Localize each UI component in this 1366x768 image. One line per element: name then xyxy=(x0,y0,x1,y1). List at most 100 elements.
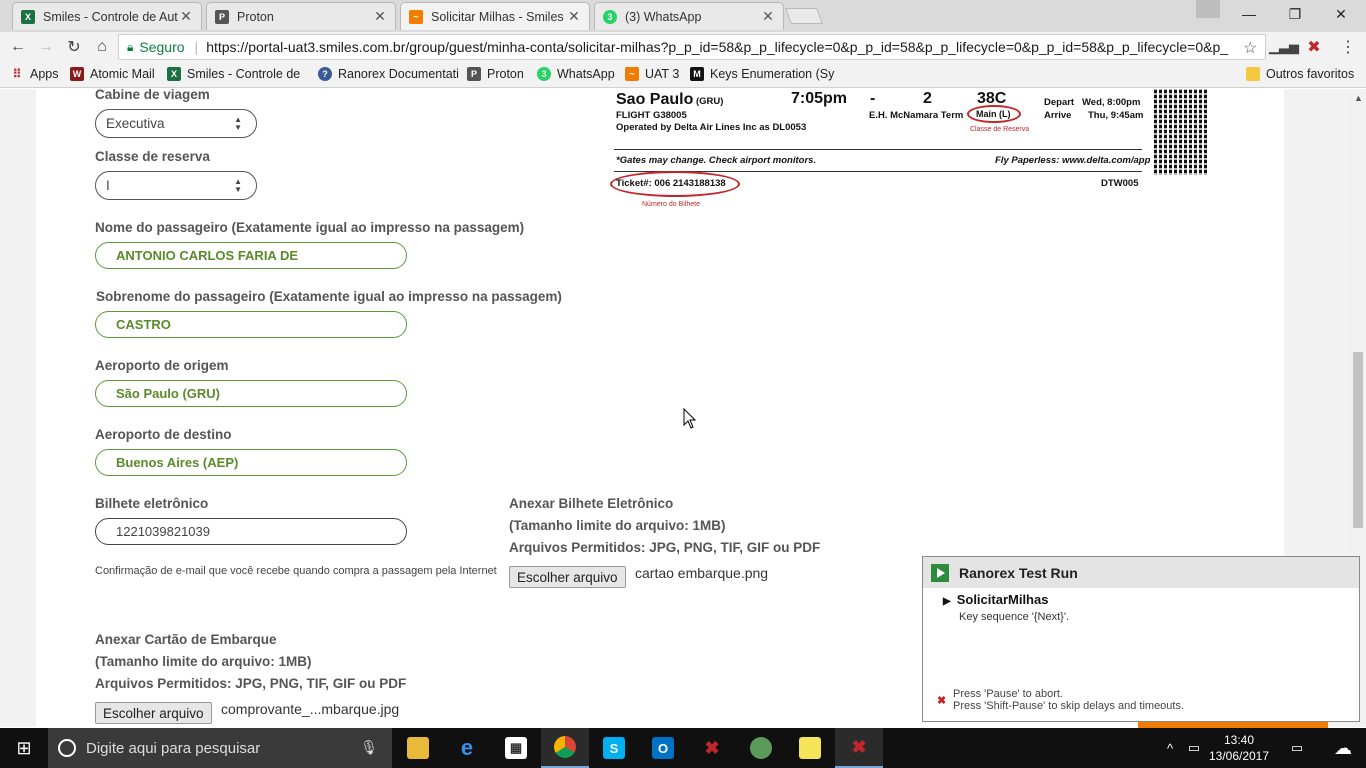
chrome-icon xyxy=(554,736,576,758)
taskbar-search[interactable]: Digite aqui para pesquisar 🎙︎ xyxy=(48,728,392,768)
sticky-note-icon xyxy=(799,737,821,759)
bookmark-apps[interactable]: ⠿ Apps xyxy=(10,67,59,81)
bp-arrive-value: Thu, 9:45am xyxy=(1088,110,1144,121)
tab-title: (3) WhatsApp xyxy=(625,9,702,24)
restore-icon[interactable]: ❐ xyxy=(1272,0,1318,28)
taskbar-chrome[interactable] xyxy=(541,728,589,768)
folder-icon xyxy=(1246,67,1260,81)
origin-field[interactable]: São Paulo (GRU) xyxy=(95,380,407,407)
bookmark-ranorex-docs[interactable]: ? Ranorex Documentati xyxy=(318,67,459,81)
back-arrow-icon[interactable]: ← xyxy=(6,36,30,58)
tab-proton[interactable]: P Proton ✕ xyxy=(206,2,396,30)
ranorex-footer-1: Press 'Pause' to abort. xyxy=(953,688,1063,700)
close-icon[interactable]: ✕ xyxy=(567,8,581,25)
attach-pass-limit: (Tamanho limite do arquivo: 1MB) xyxy=(95,654,312,669)
close-icon[interactable]: ✕ xyxy=(179,8,193,25)
help-icon: ? xyxy=(318,67,332,81)
taskbar-sticky-notes[interactable] xyxy=(786,728,834,768)
ranorex-icon: ✖ xyxy=(851,736,867,757)
address-bar[interactable]: 🔒︎ Seguro | https://portal-uat3.smiles.c… xyxy=(118,34,1266,60)
ticket-hint: Confirmação de e-mail que você recebe qu… xyxy=(95,565,497,577)
tab-whatsapp[interactable]: 3 (3) WhatsApp ✕ xyxy=(594,2,784,30)
bp-dash: - xyxy=(870,90,876,107)
profile-icon[interactable] xyxy=(1196,0,1220,18)
ranorex-icon[interactable]: ✖ xyxy=(1302,36,1326,58)
close-icon[interactable]: ✕ xyxy=(761,8,775,25)
bookmark-uat3[interactable]: ~ UAT 3 xyxy=(625,67,679,81)
windows-start-icon[interactable]: ⊞ xyxy=(0,728,48,768)
origin-label: Aeroporto de origem xyxy=(95,358,229,373)
last-name-field[interactable]: CASTRO xyxy=(95,311,407,338)
tray-chevron-icon[interactable]: ^ xyxy=(1160,728,1180,768)
whatsapp-icon: 3 xyxy=(603,9,617,24)
first-name-label: Nome do passageiro (Exatamente igual ao … xyxy=(95,220,525,235)
bookmark-label: Keys Enumeration (Sy xyxy=(710,67,835,81)
forward-arrow-icon[interactable]: → xyxy=(34,36,58,58)
menu-dots-icon[interactable]: ⋮ xyxy=(1336,36,1360,58)
taskbar-ranorex-run[interactable]: ✖ xyxy=(835,728,883,768)
attach-pass-types: Arquivos Permitidos: JPG, PNG, TIF, GIF … xyxy=(95,676,407,691)
taskbar-ranorex[interactable]: ✖ xyxy=(688,728,736,768)
ranorex-step: Key sequence '{Next}'. xyxy=(959,611,1069,623)
last-name-label: Sobrenome do passageiro (Exatamente igua… xyxy=(96,289,562,304)
ranorex-header: Ranorex Test Run xyxy=(923,557,1359,588)
bp-terminal: E.H. McNamara Term xyxy=(869,110,964,121)
reload-icon[interactable]: ↻ xyxy=(62,36,86,58)
taskbar-file-explorer[interactable] xyxy=(394,728,442,768)
bookmark-atomic-mail[interactable]: W Atomic Mail xyxy=(70,67,155,81)
first-name-field[interactable]: ANTONIO CARLOS FARIA DE xyxy=(95,242,407,269)
minimize-icon[interactable]: — xyxy=(1226,0,1272,28)
taskbar-edge[interactable]: e xyxy=(443,728,491,768)
store-icon: ▦ xyxy=(505,737,527,759)
bp-operated: Operated by Delta Air Lines Inc as DL005… xyxy=(616,122,807,133)
notifications-icon[interactable]: ▭ xyxy=(1284,728,1310,768)
ranorex-footer: ✖ Press 'Pause' to abort. Press 'Shift-P… xyxy=(937,688,1184,712)
cabin-select[interactable]: Executiva ▲ ▼ xyxy=(95,109,257,138)
scroll-up-icon[interactable]: ▲ xyxy=(1354,93,1363,103)
bookmark-keys-enum[interactable]: M Keys Enumeration (Sy xyxy=(690,67,834,81)
home-icon[interactable]: ⌂ xyxy=(90,36,114,58)
tab-smiles-controle[interactable]: X Smiles - Controle de Aut ✕ xyxy=(12,2,202,30)
bp-cabin: Main (L) xyxy=(976,109,1011,119)
star-icon[interactable]: ☆ xyxy=(1243,38,1257,58)
taskbar-skype[interactable]: S xyxy=(590,728,638,768)
proton-icon: P xyxy=(215,9,229,24)
battery-icon[interactable]: ▭ xyxy=(1184,728,1204,768)
tab-title: Proton xyxy=(237,9,274,24)
dest-field[interactable]: Buenos Aires (AEP) xyxy=(95,449,407,476)
smiles-icon: ~ xyxy=(625,67,639,81)
bookmark-smiles-controle[interactable]: X Smiles - Controle de xyxy=(167,67,300,81)
attach-ticket-filename: cartao embarque.png xyxy=(635,565,769,581)
bookmark-label: Outros favoritos xyxy=(1266,67,1355,81)
attach-ticket-button[interactable]: Escolher arquivo xyxy=(509,566,626,588)
bookmark-other-favorites[interactable]: Outros favoritos xyxy=(1246,67,1354,81)
bookmark-proton[interactable]: P Proton xyxy=(467,67,524,81)
lock-icon: 🔒︎ xyxy=(127,39,134,54)
attach-pass-title: Anexar Cartão de Embarque xyxy=(95,632,277,647)
attach-pass-button[interactable]: Escolher arquivo xyxy=(95,702,212,724)
signal-icon[interactable]: ▁▃▅ xyxy=(1269,36,1299,58)
taskbar-outlook[interactable]: O xyxy=(639,728,687,768)
cabin-value: Executiva xyxy=(106,116,165,131)
close-icon[interactable]: ✕ xyxy=(373,8,387,25)
bookmark-whatsapp[interactable]: 3 WhatsApp xyxy=(537,67,615,81)
dest-label: Aeroporto de destino xyxy=(95,427,232,442)
ticket-field[interactable]: 1221039821039 xyxy=(95,518,407,545)
url-text: https://portal-uat3.smiles.com.br/group/… xyxy=(206,39,1229,55)
mouse-cursor-icon xyxy=(683,408,697,429)
new-tab-button[interactable] xyxy=(785,8,823,24)
weather-icon[interactable]: ☁ xyxy=(1326,728,1360,768)
tab-title: Solicitar Milhas - Smiles xyxy=(431,9,564,24)
close-window-icon[interactable]: ✕ xyxy=(1318,0,1364,28)
bp-code: DTW005 xyxy=(1101,178,1139,189)
microphone-icon[interactable]: 🎙︎ xyxy=(360,739,378,756)
class-select[interactable]: I ▲ ▼ xyxy=(95,171,257,200)
bp-arrive-label: Arrive xyxy=(1044,110,1072,121)
scrollbar-thumb[interactable] xyxy=(1353,352,1363,528)
tab-solicitar-milhas[interactable]: ~ Solicitar Milhas - Smiles ✕ xyxy=(400,2,590,30)
taskbar-globe[interactable] xyxy=(737,728,785,768)
taskbar-clock[interactable]: 13:40 13/06/2017 xyxy=(1206,732,1272,764)
bookmark-label: Proton xyxy=(487,67,524,81)
attach-ticket-types: Arquivos Permitidos: JPG, PNG, TIF, GIF … xyxy=(509,540,821,555)
taskbar-store[interactable]: ▦ xyxy=(492,728,540,768)
